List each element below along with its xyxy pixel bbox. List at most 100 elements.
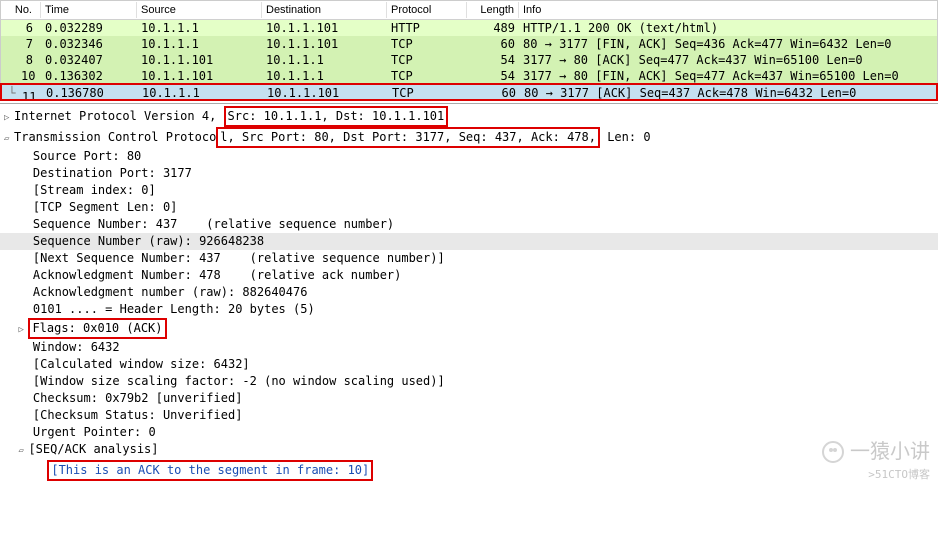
tcp-urgent-ptr[interactable]: Urgent Pointer: 0 [0,424,938,441]
tcp-src-port[interactable]: Source Port: 80 [0,148,938,165]
cell-length: 54 [467,52,519,68]
col-header-info[interactable]: Info [519,2,937,18]
col-header-protocol[interactable]: Protocol [387,2,467,18]
tcp-calc-window[interactable]: [Calculated window size: 6432] [0,356,938,373]
field-value: Acknowledgment Number: 478 (relative ack… [33,268,401,282]
tcp-win-scale[interactable]: [Window size scaling factor: -2 (no wind… [0,373,938,390]
seq-ack-analysis[interactable]: ▱[SEQ/ACK analysis] [0,441,938,460]
tcp-ack-raw[interactable]: Acknowledgment number (raw): 882640476 [0,284,938,301]
ack-to-frame-link[interactable]: [This is an ACK to the segment in frame:… [47,460,373,481]
cell-info: HTTP/1.1 200 OK (text/html) [519,20,937,36]
tcp-header-len[interactable]: 0101 .... = Header Length: 20 bytes (5) [0,301,938,318]
expand-icon[interactable]: ▷ [18,322,28,339]
ack-to-frame-row[interactable]: [This is an ACK to the segment in frame:… [0,460,938,481]
wechat-icon [822,441,844,463]
cell-time: 0.136302 [41,68,137,84]
field-value: [SEQ/ACK analysis] [28,442,158,456]
cell-protocol: TCP [387,36,467,52]
cell-destination: 10.1.1.1 [262,52,387,68]
packet-row[interactable]: └110.13678010.1.1.110.1.1.101TCP6080 → 3… [1,84,937,100]
tcp-segment-len[interactable]: [TCP Segment Len: 0] [0,199,938,216]
cell-info: 3177 → 80 [FIN, ACK] Seq=477 Ack=437 Win… [519,68,937,84]
cell-destination: 10.1.1.1 [262,68,387,84]
cell-protocol: TCP [387,52,467,68]
tcp-seq-raw[interactable]: Sequence Number (raw): 926648238 [0,233,938,250]
ip-src-dst-highlight: Src: 10.1.1.1, Dst: 10.1.1.101 [224,106,449,127]
tcp-layer-row[interactable]: ▱Transmission Control Protocol, Src Port… [0,127,938,148]
cell-no: 10 [1,68,41,84]
field-value: Urgent Pointer: 0 [33,425,156,439]
cell-info: 3177 → 80 [ACK] Seq=477 Ack=437 Win=6510… [519,52,937,68]
tcp-seq-number[interactable]: Sequence Number: 437 (relative sequence … [0,216,938,233]
tcp-flags-row[interactable]: ▷Flags: 0x010 (ACK) [0,318,938,339]
field-value: 0101 .... = Header Length: 20 bytes (5) [33,302,315,316]
tcp-window[interactable]: Window: 6432 [0,339,938,356]
tcp-flags-highlight: Flags: 0x010 (ACK) [28,318,166,339]
watermark-sub-text: 51CTO博客 [875,468,930,481]
col-header-destination[interactable]: Destination [262,2,387,18]
tcp-ports-seq-ack-highlight: l, Src Port: 80, Dst Port: 3177, Seq: 43… [216,127,600,148]
cell-time: 0.032407 [41,52,137,68]
field-value: Acknowledgment number (raw): 882640476 [33,285,308,299]
cell-destination: 10.1.1.101 [262,36,387,52]
ip-layer-row[interactable]: ▷Internet Protocol Version 4, Src: 10.1.… [0,106,938,127]
tcp-checksum[interactable]: Checksum: 0x79b2 [unverified] [0,390,938,407]
cell-length: 54 [467,68,519,84]
packet-row[interactable]: 70.03234610.1.1.110.1.1.101TCP6080 → 317… [1,36,937,52]
packet-row[interactable]: 80.03240710.1.1.10110.1.1.1TCP543177 → 8… [1,52,937,68]
cell-time: 0.136780 [42,85,138,99]
cell-source: 10.1.1.1 [137,36,262,52]
watermark-text: 一猿小讲 [850,444,930,461]
cell-protocol: HTTP [387,20,467,36]
watermark-sub: >51CTO博客 [868,466,930,483]
field-value: [Checksum Status: Unverified] [33,408,243,422]
tcp-stream-index[interactable]: [Stream index: 0] [0,182,938,199]
field-value: [Calculated window size: 6432] [33,357,250,371]
watermark: 一猿小讲 [822,441,930,463]
cell-no: └11 [2,85,42,99]
cell-info: 80 → 3177 [FIN, ACK] Seq=436 Ack=477 Win… [519,36,937,52]
cell-length: 60 [467,36,519,52]
cell-no: 6 [1,20,41,36]
cell-no: 7 [1,36,41,52]
field-value: Checksum: 0x79b2 [unverified] [33,391,243,405]
field-value: Sequence Number: 437 (relative sequence … [33,217,394,231]
collapse-icon[interactable]: ▱ [4,131,14,148]
collapse-icon[interactable]: ▱ [18,443,28,460]
packet-row[interactable]: 60.03228910.1.1.110.1.1.101HTTP489HTTP/1… [1,20,937,36]
field-value: [Next Sequence Number: 437 (relative seq… [33,251,445,265]
cell-no: 8 [1,52,41,68]
field-value: Source Port: 80 [33,149,141,163]
cell-source: 10.1.1.101 [137,68,262,84]
packet-row[interactable]: 100.13630210.1.1.10110.1.1.1TCP543177 → … [1,68,937,84]
cell-destination: 10.1.1.101 [262,20,387,36]
cell-source: 10.1.1.1 [137,20,262,36]
cell-source: 10.1.1.1 [138,85,263,99]
field-value: [Stream index: 0] [33,183,156,197]
packet-details-pane: ▷Internet Protocol Version 4, Src: 10.1.… [0,103,938,489]
cell-destination: 10.1.1.101 [263,85,388,99]
col-header-length[interactable]: Length [467,2,519,18]
cell-info: 80 → 3177 [ACK] Seq=437 Ack=478 Win=6432… [520,85,936,99]
cell-source: 10.1.1.101 [137,52,262,68]
cell-length: 60 [468,85,520,99]
cell-time: 0.032346 [41,36,137,52]
packet-list-header: No. Time Source Destination Protocol Len… [1,1,937,20]
cell-time: 0.032289 [41,20,137,36]
field-value: [TCP Segment Len: 0] [33,200,178,214]
cell-protocol: TCP [388,85,468,99]
ip-layer-prefix: Internet Protocol Version 4, [14,109,224,123]
packet-list-pane: No. Time Source Destination Protocol Len… [0,0,938,101]
tcp-checksum-status[interactable]: [Checksum Status: Unverified] [0,407,938,424]
tcp-layer-prefix: Transmission Control Protoco [14,130,216,144]
col-header-no[interactable]: No. [1,2,41,18]
tcp-next-seq[interactable]: [Next Sequence Number: 437 (relative seq… [0,250,938,267]
col-header-time[interactable]: Time [41,2,137,18]
field-value: Window: 6432 [33,340,120,354]
packet-rows: 60.03228910.1.1.110.1.1.101HTTP489HTTP/1… [1,20,937,100]
expand-icon[interactable]: ▷ [4,110,14,127]
field-value: Destination Port: 3177 [33,166,192,180]
tcp-dst-port[interactable]: Destination Port: 3177 [0,165,938,182]
col-header-source[interactable]: Source [137,2,262,18]
tcp-ack-number[interactable]: Acknowledgment Number: 478 (relative ack… [0,267,938,284]
